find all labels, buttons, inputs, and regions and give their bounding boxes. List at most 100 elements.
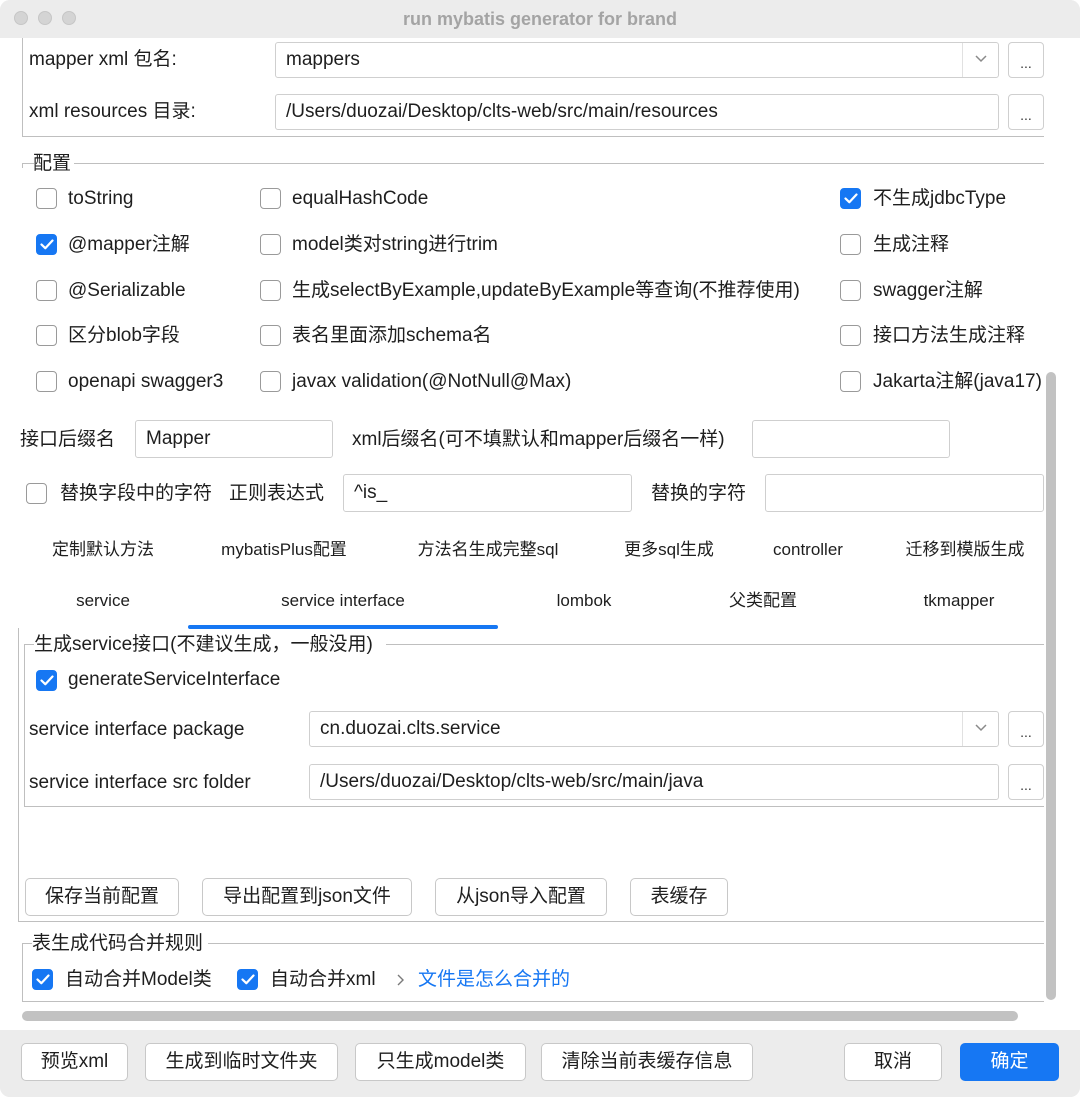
config-option-label: toString xyxy=(68,188,134,209)
config-option-checkbox[interactable] xyxy=(36,234,57,255)
service-src-folder-field[interactable]: /Users/duozai/Desktop/clts-web/src/main/… xyxy=(309,764,999,800)
merge-group-border-top xyxy=(208,943,1044,944)
service-group-border-top xyxy=(386,644,1044,645)
xml-suffix-field[interactable] xyxy=(752,420,950,458)
config-group-title: 配置 xyxy=(33,152,76,176)
service-package-combo[interactable]: cn.duozai.clts.service xyxy=(309,711,999,747)
config-option-label: 表名里面添加schema名 xyxy=(292,325,492,346)
table-cache-button[interactable]: 表缓存 xyxy=(630,878,728,916)
merge-group-border-bottom xyxy=(22,1001,1044,1002)
config-option-label: @mapper注解 xyxy=(68,234,190,255)
config-option-checkbox[interactable] xyxy=(260,280,281,301)
merge-xml-checkbox[interactable] xyxy=(237,969,258,990)
tab-item[interactable]: 迁移到模版生成 xyxy=(865,539,1065,561)
config-option-checkbox[interactable] xyxy=(840,280,861,301)
clear-table-cache-button[interactable]: 清除当前表缓存信息 xyxy=(541,1043,753,1081)
service-src-folder-label: service interface src folder xyxy=(29,772,251,793)
regex-label: 正则表达式 xyxy=(229,483,325,504)
config-option-checkbox[interactable] xyxy=(840,234,861,255)
config-option-label: 区分blob字段 xyxy=(68,325,180,346)
config-option-label: @Serializable xyxy=(68,280,186,301)
xml-resources-field[interactable]: /Users/duozai/Desktop/clts-web/src/main/… xyxy=(275,94,999,130)
config-option-checkbox[interactable] xyxy=(260,188,281,209)
regex-field[interactable]: ^is_ xyxy=(343,474,632,512)
tab-item[interactable]: 方法名生成完整sql xyxy=(388,539,588,561)
service-group-border-bottom xyxy=(24,806,1044,807)
service-group-title: 生成service接口(不建议生成，一般没用) xyxy=(34,633,377,657)
window-title: run mybatis generator for brand xyxy=(402,9,678,29)
config-option-checkbox[interactable] xyxy=(260,234,281,255)
service-group-border-corner xyxy=(24,644,34,645)
tab-active[interactable]: service interface xyxy=(243,590,443,612)
generator-window: run mybatis generator for brand mapper x… xyxy=(0,0,1080,1097)
config-option-checkbox[interactable] xyxy=(36,371,57,392)
merge-help-link[interactable]: 文件是怎么合并的 xyxy=(418,968,570,992)
browse-mapper-package-button[interactable]: ... xyxy=(1008,42,1044,78)
config-group-border-corner xyxy=(22,163,34,164)
merge-xml-label: 自动合并xml xyxy=(270,969,376,990)
ok-button[interactable]: 确定 xyxy=(960,1043,1059,1081)
tab-item[interactable]: tkmapper xyxy=(859,590,1059,612)
generate-model-only-button[interactable]: 只生成model类 xyxy=(355,1043,526,1081)
replacement-field[interactable] xyxy=(765,474,1044,512)
vertical-scrollbar[interactable] xyxy=(1046,372,1056,1000)
replace-fields-label: 替换字段中的字符 xyxy=(60,483,213,504)
config-option-label: Jakarta注解(java17) xyxy=(873,371,1042,392)
config-group-border-top xyxy=(74,163,1044,164)
tab-item[interactable]: lombok xyxy=(484,590,684,612)
preview-xml-button[interactable]: 预览xml xyxy=(21,1043,128,1081)
save-config-button[interactable]: 保存当前配置 xyxy=(25,878,179,916)
interface-suffix-label: 接口后缀名 xyxy=(20,429,116,450)
merge-model-checkbox[interactable] xyxy=(32,969,53,990)
config-option-checkbox[interactable] xyxy=(840,371,861,392)
config-option-label: 生成selectByExample,updateByExample等查询(不推荐… xyxy=(292,280,800,301)
horizontal-scrollbar[interactable] xyxy=(22,1011,1018,1021)
chevron-down-icon[interactable] xyxy=(962,712,998,746)
config-option-checkbox[interactable] xyxy=(840,188,861,209)
browse-service-package-button[interactable]: ... xyxy=(1008,711,1044,747)
title-bar: run mybatis generator for brand xyxy=(0,0,1080,38)
active-tab-indicator xyxy=(188,625,498,629)
config-option-checkbox[interactable] xyxy=(36,188,57,209)
service-package-label: service interface package xyxy=(29,719,245,740)
mapper-xml-package-value: mappers xyxy=(286,49,360,70)
config-option-checkbox[interactable] xyxy=(36,280,57,301)
merge-group-border-corner xyxy=(22,943,32,944)
xml-resources-label: xml resources 目录: xyxy=(29,101,196,122)
generate-temp-folder-button[interactable]: 生成到临时文件夹 xyxy=(145,1043,338,1081)
generate-service-interface-checkbox[interactable] xyxy=(36,670,57,691)
tab-panel-border-left xyxy=(18,628,19,921)
import-json-button[interactable]: 从json导入配置 xyxy=(435,878,607,916)
config-option-label: javax validation(@NotNull@Max) xyxy=(292,371,572,392)
config-option-label: 接口方法生成注释 xyxy=(873,325,1026,346)
config-option-checkbox[interactable] xyxy=(260,325,281,346)
tab-item[interactable]: 定制默认方法 xyxy=(3,539,203,561)
service-group-border-left xyxy=(24,644,25,806)
scroll-content: mapper xml 包名: mappers ... xml resources… xyxy=(0,38,1080,1030)
mapper-xml-package-combo[interactable]: mappers xyxy=(275,42,999,78)
replacement-label: 替换的字符 xyxy=(651,483,747,504)
interface-suffix-field[interactable]: Mapper xyxy=(135,420,333,458)
chevron-down-icon[interactable] xyxy=(962,43,998,77)
cancel-button[interactable]: 取消 xyxy=(844,1043,942,1081)
browse-xml-resources-button[interactable]: ... xyxy=(1008,94,1044,130)
tab-panel-border-bottom xyxy=(18,921,1044,922)
config-option-label: equalHashCode xyxy=(292,188,429,209)
tab-item[interactable]: 父类配置 xyxy=(663,590,863,612)
config-option-label: openapi swagger3 xyxy=(68,371,224,392)
config-option-label: 生成注释 xyxy=(873,234,950,255)
mapper-xml-package-label: mapper xml 包名: xyxy=(29,49,177,70)
paths-group-border-left xyxy=(22,38,23,136)
browse-service-src-button[interactable]: ... xyxy=(1008,764,1044,800)
bottom-button-bar: 预览xml 生成到临时文件夹 只生成model类 清除当前表缓存信息 取消 确定 xyxy=(0,1030,1080,1097)
config-option-checkbox[interactable] xyxy=(840,325,861,346)
service-package-value: cn.duozai.clts.service xyxy=(320,718,501,739)
config-option-checkbox[interactable] xyxy=(260,371,281,392)
tab-item[interactable]: service xyxy=(3,590,203,612)
config-option-checkbox[interactable] xyxy=(36,325,57,346)
tab-item[interactable]: mybatisPlus配置 xyxy=(184,539,384,561)
chevron-right-icon xyxy=(396,972,406,988)
replace-fields-checkbox[interactable] xyxy=(26,483,47,504)
config-option-label: model类对string进行trim xyxy=(292,234,498,255)
export-json-button[interactable]: 导出配置到json文件 xyxy=(202,878,412,916)
